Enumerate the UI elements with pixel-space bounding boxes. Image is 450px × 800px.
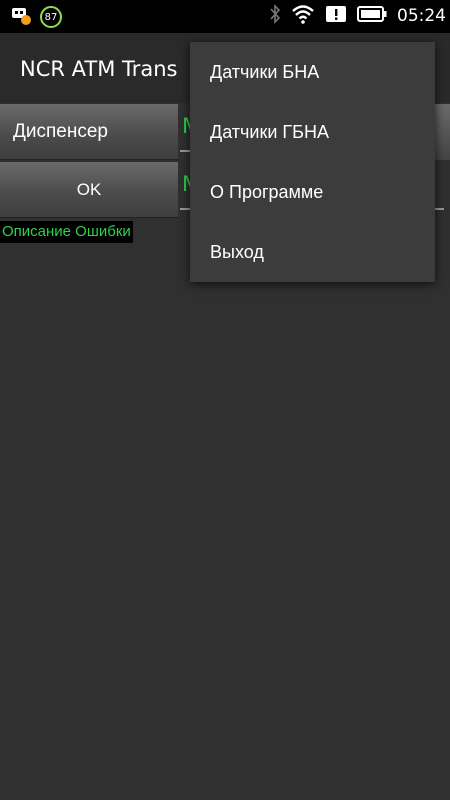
dispenser-button[interactable]: Диспенсер <box>0 104 178 160</box>
status-clock: 05:24 <box>397 6 446 26</box>
menu-item-about[interactable]: О Программе <box>190 162 435 222</box>
menu-item-exit[interactable]: Выход <box>190 222 435 282</box>
wifi-icon <box>291 4 315 28</box>
notification-app-icon <box>10 5 32 29</box>
alert-icon <box>325 4 347 28</box>
menu-item-bna-sensors[interactable]: Датчики БНА <box>190 42 435 102</box>
error-description-label: Описание Ошибки <box>0 221 133 243</box>
ok-button[interactable]: OK <box>0 162 178 218</box>
status-bar: 87 05:24 <box>0 0 450 33</box>
overflow-menu: Датчики БНА Датчики ГБНА О Программе Вых… <box>190 42 435 282</box>
menu-item-gbna-sensors[interactable]: Датчики ГБНА <box>190 102 435 162</box>
app-title: NCR ATM Trans <box>20 57 178 81</box>
battery-icon <box>357 4 387 28</box>
bluetooth-icon <box>269 4 281 28</box>
battery-level-badge: 87 <box>40 6 62 28</box>
